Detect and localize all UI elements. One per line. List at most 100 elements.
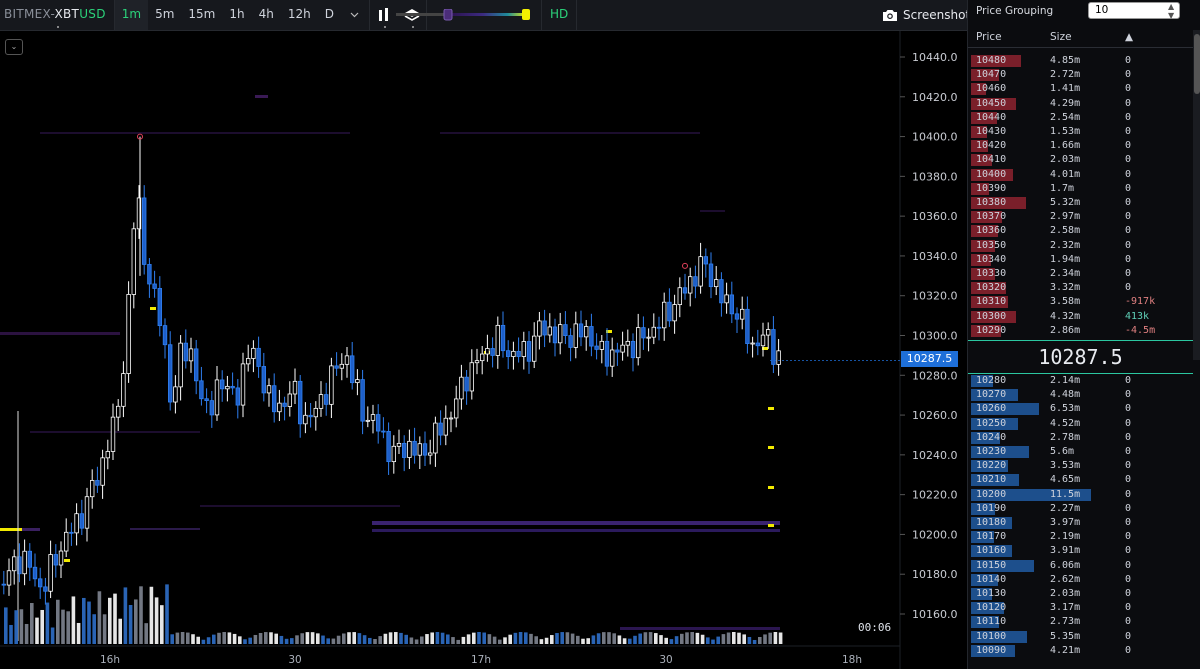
- bid-delta: 0: [1125, 602, 1132, 614]
- bid-row[interactable]: 10230 5.6m 0: [968, 445, 1191, 459]
- y-tick-label: 10180.0: [912, 568, 958, 581]
- ask-row[interactable]: 10400 4.01m 0: [968, 168, 1191, 182]
- bid-delta: 0: [1125, 502, 1132, 514]
- bid-row[interactable]: 10270 4.48m 0: [968, 388, 1191, 402]
- volume-bar: [383, 633, 388, 644]
- bid-size: 4.65m: [1050, 474, 1081, 486]
- ask-delta: 0: [1125, 268, 1132, 279]
- timeframe-5m[interactable]: 5m: [148, 0, 181, 30]
- ask-row[interactable]: 10440 2.54m 0: [968, 111, 1191, 125]
- bid-row[interactable]: 10210 4.65m 0: [968, 473, 1191, 487]
- bid-row[interactable]: 10160 3.91m 0: [968, 544, 1191, 558]
- bid-size: 2.03m: [1050, 588, 1081, 599]
- chevron-down-icon[interactable]: [341, 0, 369, 30]
- ask-row[interactable]: 10340 1.94m 0: [968, 253, 1191, 267]
- volume-bar: [758, 637, 762, 644]
- volume-bar: [35, 617, 39, 644]
- volume-bar: [14, 610, 18, 644]
- volume-bar: [617, 635, 622, 644]
- bid-row[interactable]: 10190 2.27m 0: [968, 502, 1191, 516]
- price-header[interactable]: Price: [976, 31, 1002, 43]
- ask-row[interactable]: 10480 4.85m 0: [968, 54, 1191, 68]
- bid-price: 10140: [976, 573, 1007, 585]
- bid-row[interactable]: 10240 2.78m 0: [968, 431, 1191, 445]
- bid-price: 10130: [976, 588, 1007, 599]
- symbol-selector[interactable]: BITMEX-XBTUSD: [0, 0, 114, 30]
- ask-row[interactable]: 10290 2.86m -4.5m: [968, 324, 1191, 338]
- bid-row[interactable]: 10280 2.14m 0: [968, 374, 1191, 388]
- candles-icon[interactable]: [370, 0, 398, 30]
- volume-bar: [118, 618, 122, 644]
- ask-size: 2.86m: [1050, 324, 1081, 336]
- volume-bar: [539, 639, 544, 644]
- ask-row[interactable]: 10410 2.03m 0: [968, 153, 1191, 167]
- hd-toggle[interactable]: HD: [541, 0, 578, 30]
- ask-row[interactable]: 10430 1.53m 0: [968, 125, 1191, 139]
- candle-body: [266, 385, 272, 394]
- ask-row[interactable]: 10330 2.34m 0: [968, 267, 1191, 281]
- timeframe-1m[interactable]: 1m: [114, 0, 149, 30]
- volume-bar: [326, 638, 330, 644]
- bid-row[interactable]: 10090 4.21m 0: [968, 644, 1191, 658]
- volume-bar: [674, 636, 679, 644]
- stepper-icon[interactable]: ▲ ▼: [1168, 2, 1174, 20]
- timeframe-4h[interactable]: 4h: [252, 0, 281, 30]
- candle-body: [625, 340, 630, 346]
- timeframe-1h[interactable]: 1h: [222, 0, 251, 30]
- bid-row[interactable]: 10200 11.5m 0: [968, 488, 1191, 502]
- size-header[interactable]: Size: [1050, 31, 1072, 43]
- volume-bar: [128, 604, 133, 644]
- bid-row[interactable]: 10250 4.52m 0: [968, 417, 1191, 431]
- volume-bar: [30, 603, 34, 644]
- x-tick-label: 17h: [471, 654, 491, 666]
- bid-row[interactable]: 10170 2.19m 0: [968, 530, 1191, 544]
- candle-body: [407, 440, 412, 458]
- bid-size: 2.78m: [1050, 431, 1081, 443]
- candle-body: [277, 402, 282, 413]
- timeframe-D[interactable]: D: [318, 0, 341, 30]
- candle-body: [230, 385, 235, 389]
- collapse-chevron-icon[interactable]: ⌄: [5, 39, 23, 55]
- sort-arrow-icon[interactable]: ▲: [1125, 31, 1133, 43]
- ask-row[interactable]: 10370 2.97m 0: [968, 210, 1191, 224]
- bid-row[interactable]: 10110 2.73m 0: [968, 615, 1191, 629]
- bid-row[interactable]: 10150 6.06m 0: [968, 559, 1191, 573]
- volume-bar: [466, 634, 471, 644]
- volume-bar: [581, 638, 585, 644]
- timeframe-12h[interactable]: 12h: [281, 0, 318, 30]
- ask-row[interactable]: 10310 3.58m -917k: [968, 295, 1191, 309]
- screenshot-button[interactable]: Screenshot: [882, 0, 970, 30]
- bid-row[interactable]: 10100 5.35m 0: [968, 630, 1191, 644]
- candle-body: [558, 324, 563, 344]
- ask-price: 10300: [976, 310, 1007, 322]
- candle-body: [199, 380, 204, 400]
- ask-row[interactable]: 10450 4.29m 0: [968, 97, 1191, 111]
- candle-body: [464, 376, 469, 392]
- bid-row[interactable]: 10130 2.03m 0: [968, 587, 1191, 601]
- ask-row[interactable]: 10420 1.66m 0: [968, 139, 1191, 153]
- ask-row[interactable]: 10460 1.41m 0: [968, 82, 1191, 96]
- volume-bar: [685, 632, 689, 644]
- bid-row[interactable]: 10260 6.53m 0: [968, 402, 1191, 416]
- ask-row[interactable]: 10380 5.32m 0: [968, 196, 1191, 210]
- timeframe-15m[interactable]: 15m: [181, 0, 222, 30]
- bid-delta: 0: [1125, 644, 1132, 656]
- bid-row[interactable]: 10180 3.97m 0: [968, 516, 1191, 530]
- large-order-marker: [64, 559, 70, 562]
- bid-row[interactable]: 10120 3.17m 0: [968, 601, 1191, 615]
- candle-body: [708, 263, 714, 288]
- heatmap-range-slider[interactable]: [396, 8, 530, 21]
- order-book-scrollbar[interactable]: [1193, 30, 1200, 360]
- ask-row[interactable]: 10350 2.32m 0: [968, 239, 1191, 253]
- price-grouping-input[interactable]: 10: [1088, 2, 1180, 19]
- ask-row[interactable]: 10470 2.72m 0: [968, 68, 1191, 82]
- volume-bar: [482, 632, 486, 644]
- ask-row[interactable]: 10360 2.58m 0: [968, 224, 1191, 238]
- ask-row[interactable]: 10300 4.32m 413k: [968, 310, 1191, 324]
- ask-row[interactable]: 10390 1.7m 0: [968, 182, 1191, 196]
- candle-body: [214, 379, 220, 416]
- bid-row[interactable]: 10140 2.62m 0: [968, 573, 1191, 587]
- price-chart[interactable]: 10440.0 10420.0 10400.0 10380.0 10360.0 10340…: [0, 31, 967, 669]
- ask-row[interactable]: 10320 3.32m 0: [968, 281, 1191, 295]
- bid-row[interactable]: 10220 3.53m 0: [968, 459, 1191, 473]
